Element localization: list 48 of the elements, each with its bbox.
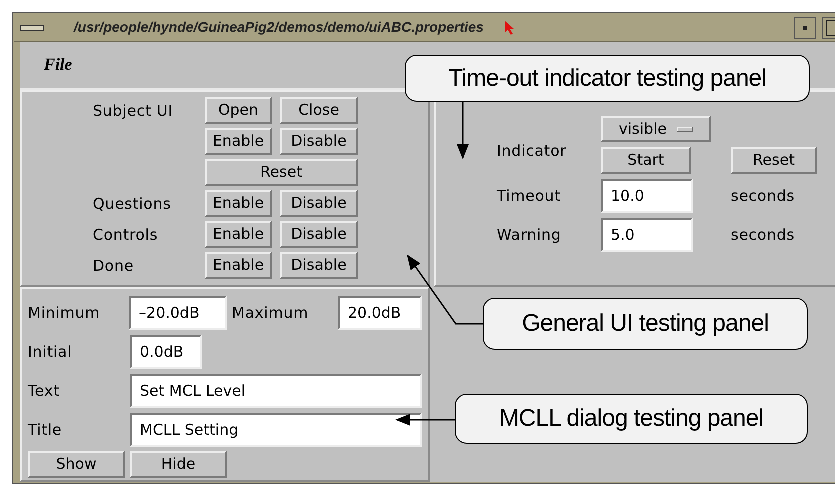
field-label: seconds: [731, 186, 796, 207]
input-field[interactable]: 5.0: [601, 218, 693, 252]
button[interactable]: Open: [205, 97, 272, 124]
field-label: Controls: [93, 226, 158, 244]
leader-line: [457, 102, 469, 160]
callout: General UI testing panel: [483, 298, 808, 350]
button[interactable]: Enable: [205, 221, 272, 248]
field-label: Subject UI: [93, 102, 173, 120]
minimize-button[interactable]: [794, 16, 816, 38]
button[interactable]: Reset: [205, 159, 358, 186]
button[interactable]: Disable: [280, 221, 358, 248]
input-field[interactable]: 0.0dB: [130, 335, 202, 369]
dropdown[interactable]: visible: [601, 116, 711, 142]
leader-line: [396, 414, 455, 426]
button[interactable]: Hide: [130, 451, 227, 478]
input-field[interactable]: –20.0dB: [129, 296, 228, 330]
input-field[interactable]: 10.0: [601, 179, 693, 213]
cursor-icon: [504, 20, 516, 36]
field-label: Warning: [497, 224, 562, 246]
button[interactable]: Disable: [280, 190, 358, 217]
field-label: Title: [28, 420, 64, 441]
input-field[interactable]: MCLL Setting: [130, 413, 422, 447]
button[interactable]: Enable: [205, 252, 272, 279]
window-menu-icon[interactable]: [20, 24, 44, 30]
button[interactable]: Disable: [280, 252, 358, 279]
button[interactable]: Disable: [280, 128, 358, 155]
button[interactable]: Reset: [731, 147, 817, 174]
field-label: Minimum: [28, 302, 102, 324]
field-label: Timeout: [497, 186, 562, 207]
callout: MCLL dialog testing panel: [455, 394, 808, 444]
window-title: /usr/people/hynde/GuineaPig2/demos/demo/uiABC.properties: [74, 18, 484, 37]
field-label: Done: [93, 256, 134, 274]
field-label: Maximum: [232, 302, 310, 324]
button[interactable]: Start: [601, 147, 691, 174]
input-field[interactable]: Set MCL Level: [130, 374, 422, 408]
field-label: Initial: [28, 342, 74, 363]
input-field[interactable]: 20.0dB: [338, 296, 422, 330]
field-label: seconds: [731, 224, 796, 246]
button[interactable]: Show: [28, 451, 125, 478]
menu-item[interactable]: File: [44, 52, 72, 78]
field-label: Questions: [93, 194, 172, 212]
button[interactable]: Enable: [205, 190, 272, 217]
callout: Time-out indicator testing panel: [405, 55, 810, 102]
button[interactable]: Enable: [205, 128, 272, 155]
field-label: Text: [28, 380, 61, 402]
field-label: Indicator: [497, 142, 567, 160]
button[interactable]: Close: [280, 97, 358, 124]
dropdown-indicator-icon: [676, 126, 693, 132]
